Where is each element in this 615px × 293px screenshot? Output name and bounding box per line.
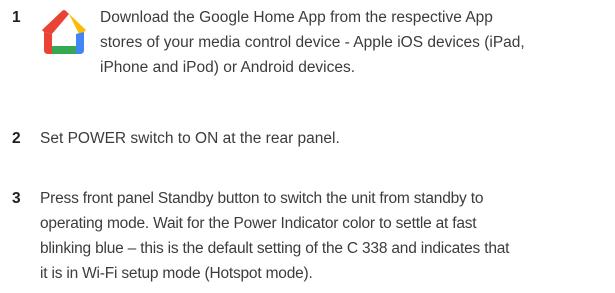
google-home-app-icon — [42, 10, 86, 54]
step-3-text: Press front panel Standby button to swit… — [40, 186, 509, 286]
step-1: 1 Download the Google Home App from the … — [0, 6, 615, 96]
text-line: Set POWER switch to ON at the rear panel… — [40, 130, 340, 147]
text-line: iPhone and iPod) or Android devices. — [100, 59, 356, 76]
text-line: operating mode. Wait for the Power Indic… — [40, 215, 477, 232]
text-line: stores of your media control device - Ap… — [100, 34, 525, 51]
step-1-text: Download the Google Home App from the re… — [100, 5, 525, 80]
step-number: 2 — [12, 130, 21, 147]
step-2-text: Set POWER switch to ON at the rear panel… — [40, 126, 340, 151]
step-number: 1 — [12, 9, 21, 26]
text-line: it is in Wi-Fi setup mode (Hotspot mode)… — [40, 265, 313, 282]
text-line: blinking blue – this is the default sett… — [40, 240, 510, 257]
text-line: Press front panel Standby button to swit… — [40, 190, 484, 207]
step-3: 3 Press front panel Standby button to sw… — [0, 187, 615, 289]
step-number: 3 — [12, 190, 21, 207]
text-line: Download the Google Home App from the re… — [100, 9, 493, 26]
step-2: 2 Set POWER switch to ON at the rear pan… — [0, 127, 615, 152]
